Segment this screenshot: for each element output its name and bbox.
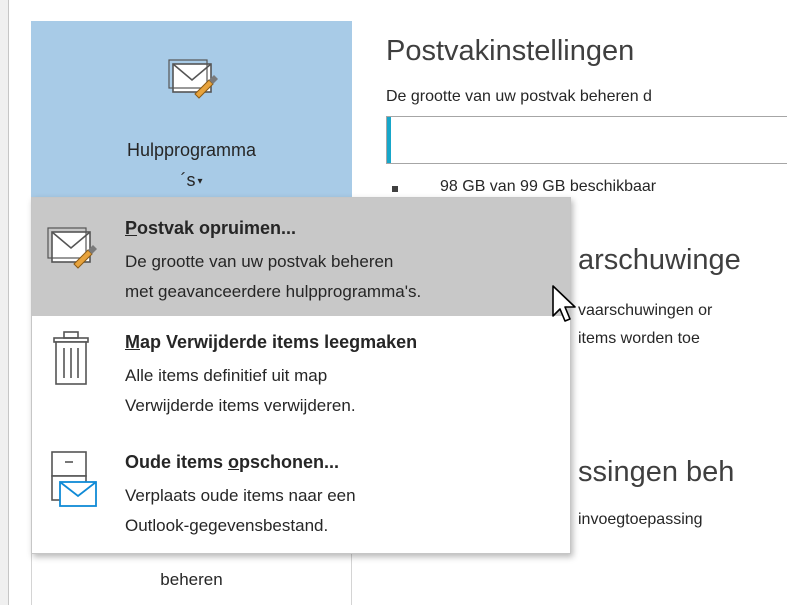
tools-button[interactable]: Hulpprogramma ´s ▾	[31, 21, 352, 200]
warnings-heading: arschuwinge	[578, 244, 741, 276]
manage-addins-label: beheren	[160, 570, 223, 589]
quota-text: 98 GB van 99 GB beschikbaar	[440, 178, 657, 195]
bullet-icon	[392, 186, 398, 192]
addins-heading: ssingen beh	[578, 456, 735, 488]
addins-line1: invoegtoepassing	[578, 511, 703, 528]
trash-icon	[53, 331, 89, 385]
archive-icon	[51, 451, 97, 507]
menu-item-desc-line1: De grootte van uw postvak beheren	[125, 252, 394, 271]
menu-item-mailbox-cleanup[interactable]: Postvak opruimen... De grootte van uw po…	[32, 198, 570, 316]
mailbox-settings-title: Postvakinstellingen	[386, 35, 635, 67]
mailbox-cleanup-icon	[168, 59, 218, 99]
menu-item-desc-line2: met geavanceerdere hulpprogramma's.	[125, 282, 422, 301]
chevron-down-icon: ▾	[197, 175, 203, 187]
menu-item-desc-line1: Verplaats oude items naar een	[125, 486, 356, 505]
menu-item-desc-line1: Alle items definitief uit map	[125, 366, 328, 385]
mailbox-cleanup-icon	[47, 227, 97, 269]
menu-item-empty-deleted-items[interactable]: Map Verwijderde items leegmaken Alle ite…	[32, 316, 570, 436]
quota-progress-bar	[386, 116, 787, 164]
menu-item-desc-line2: Verwijderde items verwijderen.	[125, 396, 356, 415]
menu-item-title: Map Verwijderde items leegmaken	[125, 332, 418, 352]
tools-dropdown-menu: Postvak opruimen... De grootte van uw po…	[31, 197, 571, 554]
menu-item-title: Oude items opschonen...	[125, 452, 340, 472]
mouse-cursor-icon	[552, 285, 576, 322]
menu-item-title: Postvak opruimen...	[125, 218, 297, 238]
menu-item-desc-line2: Outlook-gegevensbestand.	[125, 516, 329, 535]
menu-item-archive-old-items[interactable]: Oude items opschonen... Verplaats oude i…	[32, 436, 570, 554]
quota-progress-fill	[387, 117, 391, 163]
warnings-line2: items worden toe	[578, 330, 700, 347]
tools-label-line2: ´s ▾	[180, 170, 203, 190]
mailbox-settings-description: De grootte van uw postvak beheren d	[386, 88, 652, 105]
warnings-line1: vaarschuwingen or	[578, 302, 713, 319]
tools-label-line1: Hulpprogramma	[126, 140, 257, 160]
